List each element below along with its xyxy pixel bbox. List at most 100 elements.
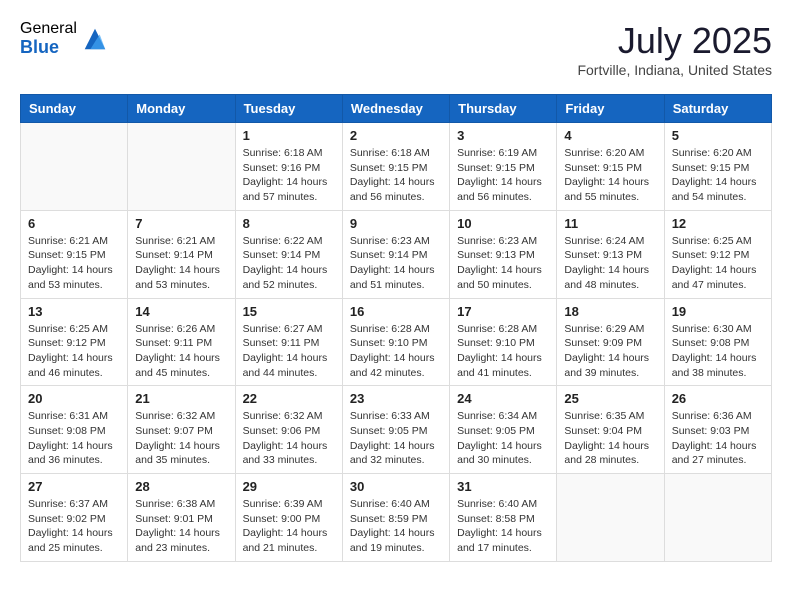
calendar-cell: 22Sunrise: 6:32 AMSunset: 9:06 PMDayligh…	[235, 386, 342, 474]
calendar-week-row: 1Sunrise: 6:18 AMSunset: 9:16 PMDaylight…	[21, 123, 772, 211]
day-number: 19	[672, 304, 764, 319]
calendar-cell: 11 Sunrise: 6:24 AMSunset: 9:13 PMDayligh…	[557, 210, 664, 298]
calendar-cell: 2Sunrise: 6:18 AMSunset: 9:15 PMDaylight…	[342, 123, 449, 211]
calendar-cell: 27 Sunrise: 6:37 AMSunset: 9:02 PMDayligh…	[21, 474, 128, 562]
logo: General Blue	[20, 20, 109, 57]
day-info: Sunrise: 6:28 AMSunset: 9:10 PMDaylight:…	[457, 322, 549, 381]
day-number: 17	[457, 304, 549, 319]
calendar-week-row: 13 Sunrise: 6:25 AMSunset: 9:12 PMDayligh…	[21, 298, 772, 386]
calendar-cell: 24 Sunrise: 6:34 AMSunset: 9:05 PMDayligh…	[450, 386, 557, 474]
day-info: Sunrise: 6:25 AMSunset: 9:12 PMDaylight:…	[28, 322, 120, 381]
logo-blue: Blue	[20, 38, 77, 58]
day-number: 20	[28, 391, 120, 406]
day-number: 3	[457, 128, 549, 143]
calendar-cell: 18Sunrise: 6:29 AMSunset: 9:09 PMDayligh…	[557, 298, 664, 386]
day-number: 11	[564, 216, 656, 231]
calendar-cell: 12Sunrise: 6:25 AMSunset: 9:12 PMDayligh…	[664, 210, 771, 298]
calendar-cell: 30 Sunrise: 6:40 AMSunset: 8:59 PMDayligh…	[342, 474, 449, 562]
calendar-cell: 4 Sunrise: 6:20 AMSunset: 9:15 PMDaylight…	[557, 123, 664, 211]
day-number: 14	[135, 304, 227, 319]
day-number: 13	[28, 304, 120, 319]
day-info: Sunrise: 6:23 AMSunset: 9:13 PMDaylight:…	[457, 234, 549, 293]
day-info: Sunrise: 6:26 AMSunset: 9:11 PMDaylight:…	[135, 322, 227, 381]
day-number: 7	[135, 216, 227, 231]
calendar-cell	[664, 474, 771, 562]
calendar-cell: 7 Sunrise: 6:21 AMSunset: 9:14 PMDaylight…	[128, 210, 235, 298]
calendar-week-row: 20Sunrise: 6:31 AMSunset: 9:08 PMDayligh…	[21, 386, 772, 474]
calendar-cell: 10Sunrise: 6:23 AMSunset: 9:13 PMDayligh…	[450, 210, 557, 298]
month-title: July 2025	[577, 20, 772, 62]
calendar-cell: 23Sunrise: 6:33 AMSunset: 9:05 PMDayligh…	[342, 386, 449, 474]
calendar-cell: 28 Sunrise: 6:38 AMSunset: 9:01 PMDayligh…	[128, 474, 235, 562]
day-number: 16	[350, 304, 442, 319]
calendar-cell	[557, 474, 664, 562]
calendar-header-saturday: Saturday	[664, 95, 771, 123]
calendar-cell: 1Sunrise: 6:18 AMSunset: 9:16 PMDaylight…	[235, 123, 342, 211]
day-number: 15	[243, 304, 335, 319]
day-number: 21	[135, 391, 227, 406]
day-number: 26	[672, 391, 764, 406]
day-info: Sunrise: 6:30 AMSunset: 9:08 PMDaylight:…	[672, 322, 764, 381]
day-info: Sunrise: 6:18 AMSunset: 9:15 PMDaylight:…	[350, 146, 442, 205]
day-info: Sunrise: 6:34 AMSunset: 9:05 PMDaylight:…	[457, 409, 549, 468]
page-header: General Blue July 2025 Fortville, Indian…	[20, 20, 772, 78]
day-info: Sunrise: 6:20 AMSunset: 9:15 PMDaylight:…	[564, 146, 656, 205]
day-info: Sunrise: 6:40 AMSunset: 8:59 PMDaylight:…	[350, 497, 442, 556]
day-info: Sunrise: 6:28 AMSunset: 9:10 PMDaylight:…	[350, 322, 442, 381]
calendar-cell: 29 Sunrise: 6:39 AMSunset: 9:00 PMDayligh…	[235, 474, 342, 562]
calendar-cell: 20Sunrise: 6:31 AMSunset: 9:08 PMDayligh…	[21, 386, 128, 474]
calendar-cell: 3 Sunrise: 6:19 AMSunset: 9:15 PMDaylight…	[450, 123, 557, 211]
calendar-cell: 21 Sunrise: 6:32 AMSunset: 9:07 PMDayligh…	[128, 386, 235, 474]
calendar-header-row: SundayMondayTuesdayWednesdayThursdayFrid…	[21, 95, 772, 123]
day-number: 5	[672, 128, 764, 143]
day-info: Sunrise: 6:19 AMSunset: 9:15 PMDaylight:…	[457, 146, 549, 205]
logo-text: General Blue	[20, 20, 77, 57]
calendar-cell: 5 Sunrise: 6:20 AMSunset: 9:15 PMDaylight…	[664, 123, 771, 211]
day-info: Sunrise: 6:21 AMSunset: 9:14 PMDaylight:…	[135, 234, 227, 293]
day-info: Sunrise: 6:24 AMSunset: 9:13 PMDaylight:…	[564, 234, 656, 293]
day-info: Sunrise: 6:35 AMSunset: 9:04 PMDaylight:…	[564, 409, 656, 468]
calendar-cell: 15Sunrise: 6:27 AMSunset: 9:11 PMDayligh…	[235, 298, 342, 386]
calendar-cell: 17 Sunrise: 6:28 AMSunset: 9:10 PMDayligh…	[450, 298, 557, 386]
calendar-header-wednesday: Wednesday	[342, 95, 449, 123]
day-info: Sunrise: 6:37 AMSunset: 9:02 PMDaylight:…	[28, 497, 120, 556]
day-info: Sunrise: 6:40 AMSunset: 8:58 PMDaylight:…	[457, 497, 549, 556]
calendar-cell: 13 Sunrise: 6:25 AMSunset: 9:12 PMDayligh…	[21, 298, 128, 386]
calendar-cell: 16 Sunrise: 6:28 AMSunset: 9:10 PMDayligh…	[342, 298, 449, 386]
calendar-table: SundayMondayTuesdayWednesdayThursdayFrid…	[20, 94, 772, 562]
day-info: Sunrise: 6:36 AMSunset: 9:03 PMDaylight:…	[672, 409, 764, 468]
calendar-header-monday: Monday	[128, 95, 235, 123]
day-info: Sunrise: 6:23 AMSunset: 9:14 PMDaylight:…	[350, 234, 442, 293]
day-info: Sunrise: 6:29 AMSunset: 9:09 PMDaylight:…	[564, 322, 656, 381]
title-section: July 2025 Fortville, Indiana, United Sta…	[577, 20, 772, 78]
calendar-cell: 6 Sunrise: 6:21 AMSunset: 9:15 PMDaylight…	[21, 210, 128, 298]
calendar-week-row: 27 Sunrise: 6:37 AMSunset: 9:02 PMDayligh…	[21, 474, 772, 562]
calendar-week-row: 6 Sunrise: 6:21 AMSunset: 9:15 PMDaylight…	[21, 210, 772, 298]
day-number: 6	[28, 216, 120, 231]
day-info: Sunrise: 6:32 AMSunset: 9:06 PMDaylight:…	[243, 409, 335, 468]
day-number: 29	[243, 479, 335, 494]
day-number: 25	[564, 391, 656, 406]
day-number: 1	[243, 128, 335, 143]
calendar-cell: 26 Sunrise: 6:36 AMSunset: 9:03 PMDayligh…	[664, 386, 771, 474]
day-info: Sunrise: 6:21 AMSunset: 9:15 PMDaylight:…	[28, 234, 120, 293]
day-number: 30	[350, 479, 442, 494]
logo-icon	[81, 25, 109, 53]
day-number: 12	[672, 216, 764, 231]
day-number: 24	[457, 391, 549, 406]
day-info: Sunrise: 6:32 AMSunset: 9:07 PMDaylight:…	[135, 409, 227, 468]
day-info: Sunrise: 6:38 AMSunset: 9:01 PMDaylight:…	[135, 497, 227, 556]
calendar-cell: 14 Sunrise: 6:26 AMSunset: 9:11 PMDayligh…	[128, 298, 235, 386]
day-number: 8	[243, 216, 335, 231]
day-number: 28	[135, 479, 227, 494]
day-info: Sunrise: 6:20 AMSunset: 9:15 PMDaylight:…	[672, 146, 764, 205]
calendar-cell	[21, 123, 128, 211]
logo-general: General	[20, 20, 77, 38]
location: Fortville, Indiana, United States	[577, 62, 772, 78]
day-number: 4	[564, 128, 656, 143]
day-info: Sunrise: 6:39 AMSunset: 9:00 PMDaylight:…	[243, 497, 335, 556]
calendar-header-friday: Friday	[557, 95, 664, 123]
day-number: 27	[28, 479, 120, 494]
calendar-cell: 9Sunrise: 6:23 AMSunset: 9:14 PMDaylight…	[342, 210, 449, 298]
calendar-header-tuesday: Tuesday	[235, 95, 342, 123]
